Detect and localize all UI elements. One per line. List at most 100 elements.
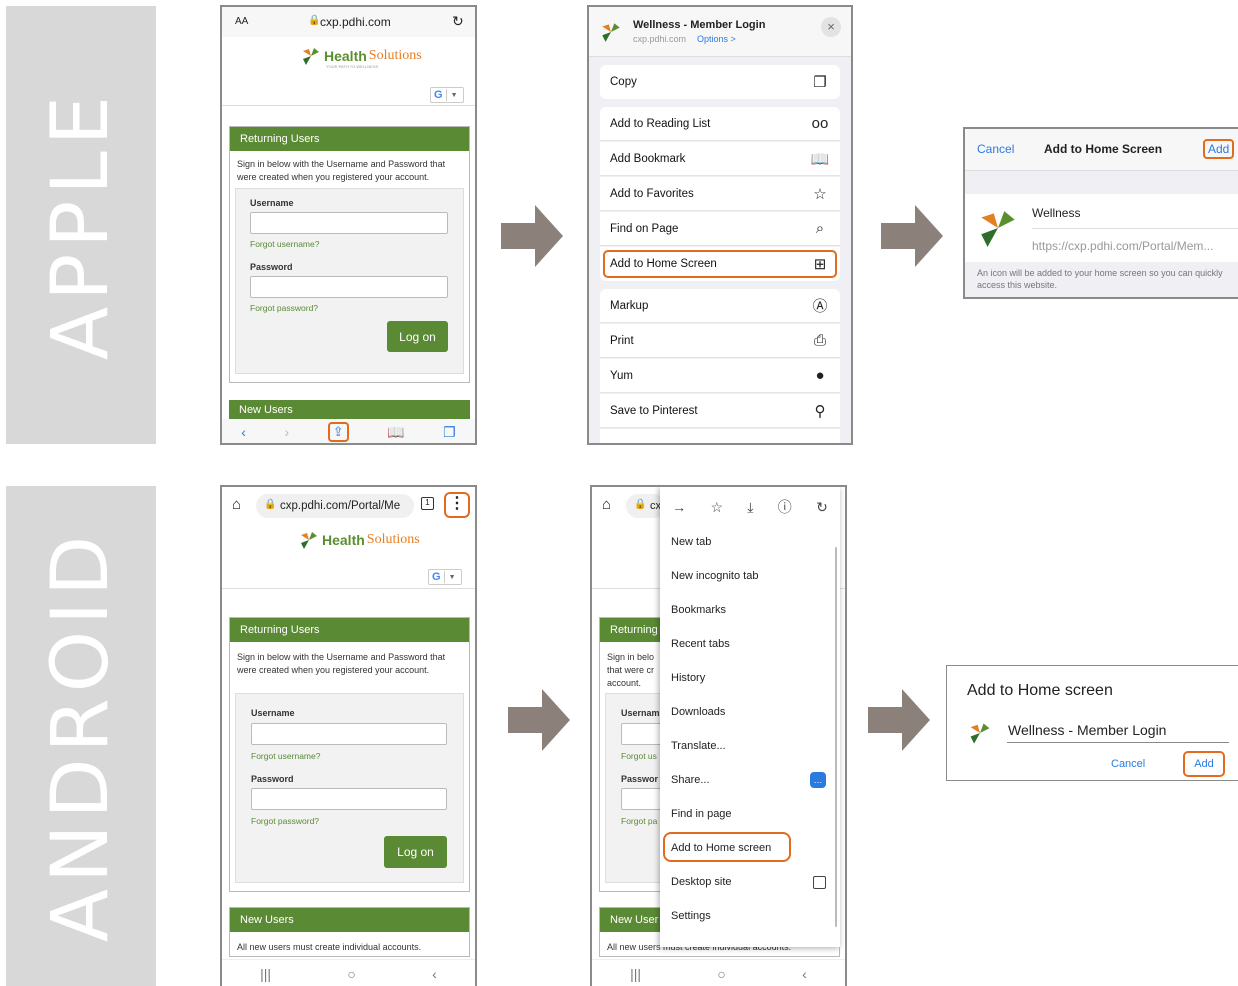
more-menu-icon[interactable]: ⋮ [444, 492, 470, 518]
share-print[interactable]: Print ⎙ [600, 324, 840, 358]
brand-tagline: YOUR PATH TO WELLNESS [326, 64, 379, 69]
tabs-icon[interactable]: ❐ [443, 424, 456, 441]
bookmarks-icon[interactable]: 📖 [387, 424, 404, 441]
ios-toolbar: ‹ › ⇪ 📖 ❐ [222, 419, 475, 443]
share-copy[interactable]: Copy ❐ [600, 65, 840, 99]
copy-icon: ❐ [813, 74, 827, 91]
menu-icon-row: → ☆ ⤓ ⓘ ↻ [660, 487, 840, 527]
menu-translate[interactable]: Translate... [660, 729, 840, 763]
menu-recent-tabs[interactable]: Recent tabs [660, 627, 840, 661]
recents-icon[interactable]: ||| [260, 966, 271, 982]
menu-scrollbar[interactable] [835, 547, 837, 927]
forgot-username-link[interactable]: Forgot us [621, 751, 657, 761]
menu-desktop-site[interactable]: Desktop site [660, 865, 840, 899]
home-icon[interactable]: ⌂ [602, 496, 611, 513]
dropdown-arrow-icon: ▼ [448, 573, 456, 581]
lock-icon: 🔒 [634, 499, 647, 510]
menu-share[interactable]: Share...… [660, 763, 840, 797]
text-size-button[interactable]: AA [235, 16, 248, 27]
intro-text: Sign in below with the Username and Pass… [237, 652, 446, 675]
download-icon[interactable]: ⤓ [747, 499, 753, 516]
shortcut-name-input[interactable]: Wellness - Member Login [1008, 722, 1166, 738]
forgot-username-link[interactable]: Forgot username? [251, 751, 320, 761]
lock-icon: 🔒 [308, 15, 321, 26]
forward-icon[interactable]: › [284, 424, 289, 440]
android-address-bar[interactable]: ⌂ 🔒 cxp.pdhi.com/Portal/Me 1 ⋮ [222, 487, 475, 525]
home-icon[interactable]: ⌂ [232, 496, 241, 513]
tabs-count-icon[interactable]: 1 [421, 497, 434, 510]
info-icon[interactable]: ⓘ [778, 497, 792, 517]
log-on-button[interactable]: Log on [387, 321, 448, 352]
add-button[interactable]: Add [1203, 139, 1235, 159]
share-find-on-page[interactable]: Find on Page ⌕ [600, 212, 840, 246]
url-pill[interactable]: 🔒 cxp.pdhi.com/Portal/Me [256, 494, 414, 518]
share-more-row[interactable] [600, 429, 840, 443]
brand-word-solutions: Solutions [368, 48, 422, 63]
brand-word-health: Health [322, 532, 365, 548]
menu-downloads[interactable]: Downloads [660, 695, 840, 729]
star-icon[interactable]: ☆ [710, 499, 723, 516]
forward-icon[interactable]: → [672, 499, 686, 515]
share-add-reading-list[interactable]: Add to Reading List oo [600, 107, 840, 141]
shortcut-name-input[interactable]: Wellness [1032, 206, 1080, 220]
share-add-favorites[interactable]: Add to Favorites ☆ [600, 177, 840, 211]
share-yum[interactable]: Yum ● [600, 359, 840, 393]
menu-history[interactable]: History [660, 661, 840, 695]
back-icon[interactable]: ‹ [432, 966, 437, 982]
divider [222, 105, 475, 106]
share-save-to-pinterest[interactable]: Save to Pinterest ⚲ [600, 394, 840, 428]
password-input[interactable] [250, 276, 448, 298]
username-input[interactable] [250, 212, 448, 234]
reload-icon[interactable]: ↻ [816, 499, 828, 516]
share-options-link[interactable]: Options > [697, 34, 736, 44]
ios-share-sheet: Wellness - Member Login cxp.pdhi.com Opt… [587, 5, 853, 445]
highlight-add-to-home-screen [603, 250, 837, 278]
menu-settings[interactable]: Settings [660, 899, 840, 933]
android-label-text: ANDROID [36, 529, 126, 943]
url-text[interactable]: cxp.pdhi.com [320, 15, 391, 29]
star-icon: ☆ [813, 185, 827, 203]
password-input[interactable] [251, 788, 447, 810]
ios-address-bar[interactable]: AA 🔒 cxp.pdhi.com ↻ [222, 7, 475, 37]
menu-bookmarks[interactable]: Bookmarks [660, 593, 840, 627]
forgot-username-link[interactable]: Forgot username? [250, 239, 319, 249]
google-translate-widget[interactable]: G ▼ [430, 87, 464, 103]
health-solutions-logo: Health Solutions [298, 529, 420, 551]
password-label: Password [250, 262, 293, 272]
home-button-icon[interactable]: ○ [347, 966, 355, 982]
add-button[interactable]: Add [1183, 751, 1225, 777]
share-markup[interactable]: Markup Ⓐ [600, 289, 840, 323]
share-add-bookmark[interactable]: Add Bookmark 📖 [600, 142, 840, 176]
cancel-button[interactable]: Cancel [977, 142, 1014, 156]
google-translate-widget[interactable]: G ▼ [428, 569, 462, 585]
forgot-password-link[interactable]: Forgot password? [251, 816, 319, 826]
menu-new-tab[interactable]: New tab [660, 525, 840, 559]
checkbox-icon[interactable] [813, 875, 826, 889]
menu-new-incognito-tab[interactable]: New incognito tab [660, 559, 840, 593]
password-label: Password [251, 774, 294, 784]
forgot-password-link[interactable]: Forgot password? [250, 303, 318, 313]
cancel-button[interactable]: Cancel [1111, 758, 1145, 770]
arrow-right-icon [508, 689, 570, 751]
back-icon[interactable]: ‹ [241, 424, 246, 440]
highlight-add-to-home-screen [663, 832, 791, 862]
arrow-right-icon [881, 205, 943, 267]
log-on-button[interactable]: Log on [384, 836, 447, 868]
menu-find-in-page[interactable]: Find in page [660, 797, 840, 831]
android-nav-bar: ||| ○ ‹ [592, 959, 845, 986]
forgot-password-link[interactable]: Forgot pa [621, 816, 657, 826]
close-icon[interactable]: × [821, 17, 841, 37]
yum-icon: ● [815, 367, 825, 384]
new-users-text: All new users must create individual acc… [237, 942, 422, 952]
reload-icon[interactable]: ↻ [452, 13, 464, 30]
share-icon[interactable]: ⇪ [327, 422, 349, 442]
returning-users-header: Returning Users [230, 618, 469, 642]
returning-users-panel: Returning Users Sign in below with the U… [229, 126, 470, 383]
dialog-title: Add to Home screen [967, 682, 1113, 699]
share-subtitle: cxp.pdhi.com [633, 34, 687, 44]
home-button-icon[interactable]: ○ [717, 966, 725, 982]
ios-add-to-home-dialog: Cancel Add to Home Screen Add Wellness h… [963, 127, 1238, 299]
username-input[interactable] [251, 723, 447, 745]
recents-icon[interactable]: ||| [630, 966, 641, 982]
back-icon[interactable]: ‹ [802, 966, 807, 982]
